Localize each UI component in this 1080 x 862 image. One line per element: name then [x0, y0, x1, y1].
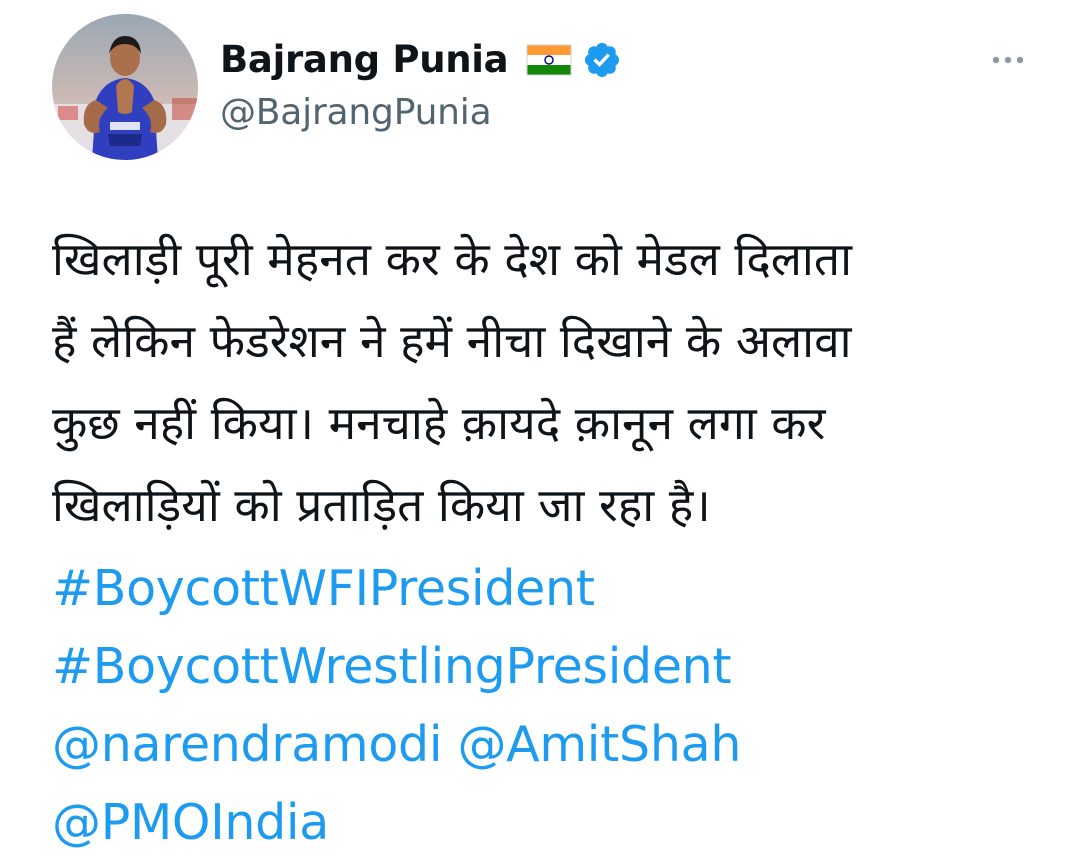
mention-pmoindia[interactable]: @PMOIndia [52, 794, 329, 851]
tweet-text-line: कुछ नहीं किया। मनचाहे क़ायदे क़ानून लगा … [52, 396, 826, 450]
avatar-photo [52, 14, 198, 160]
tweet-hashtags-mentions: #BoycottWFIPresident #BoycottWrestlingPr… [52, 550, 741, 862]
more-options-icon[interactable] [990, 52, 1026, 66]
tweet-text-line: खिलाड़ियों को प्रताड़ित किया जा रहा है। [52, 478, 711, 532]
author-name-row: Bajrang Punia [220, 38, 622, 81]
author-avatar[interactable] [52, 14, 198, 160]
mention-amitshah[interactable]: @AmitShah [457, 716, 741, 773]
author-display-name[interactable]: Bajrang Punia [220, 38, 509, 81]
india-flag-icon [526, 44, 572, 76]
tweet-body-text: खिलाड़ी पूरी मेहनत कर के देश को मेडल दिल… [52, 218, 1042, 546]
hashtag-boycott-wrestling-president[interactable]: #BoycottWrestlingPresident [52, 638, 732, 695]
tweet-text-line: खिलाड़ी पूरी मेहनत कर के देश को मेडल दिल… [52, 232, 852, 286]
tweet-card: Bajrang Punia @BajrangPunia खिलाड़ी पूरी… [0, 0, 1080, 851]
mention-narendramodi[interactable]: @narendramodi [52, 716, 442, 773]
tweet-text-line: हैं लेकिन फेडरेशन ने हमें नीचा दिखाने के… [52, 314, 852, 368]
author-handle[interactable]: @BajrangPunia [220, 92, 492, 133]
verified-badge-icon [582, 40, 622, 80]
hashtag-boycott-wfi-president[interactable]: #BoycottWFIPresident [52, 560, 595, 617]
